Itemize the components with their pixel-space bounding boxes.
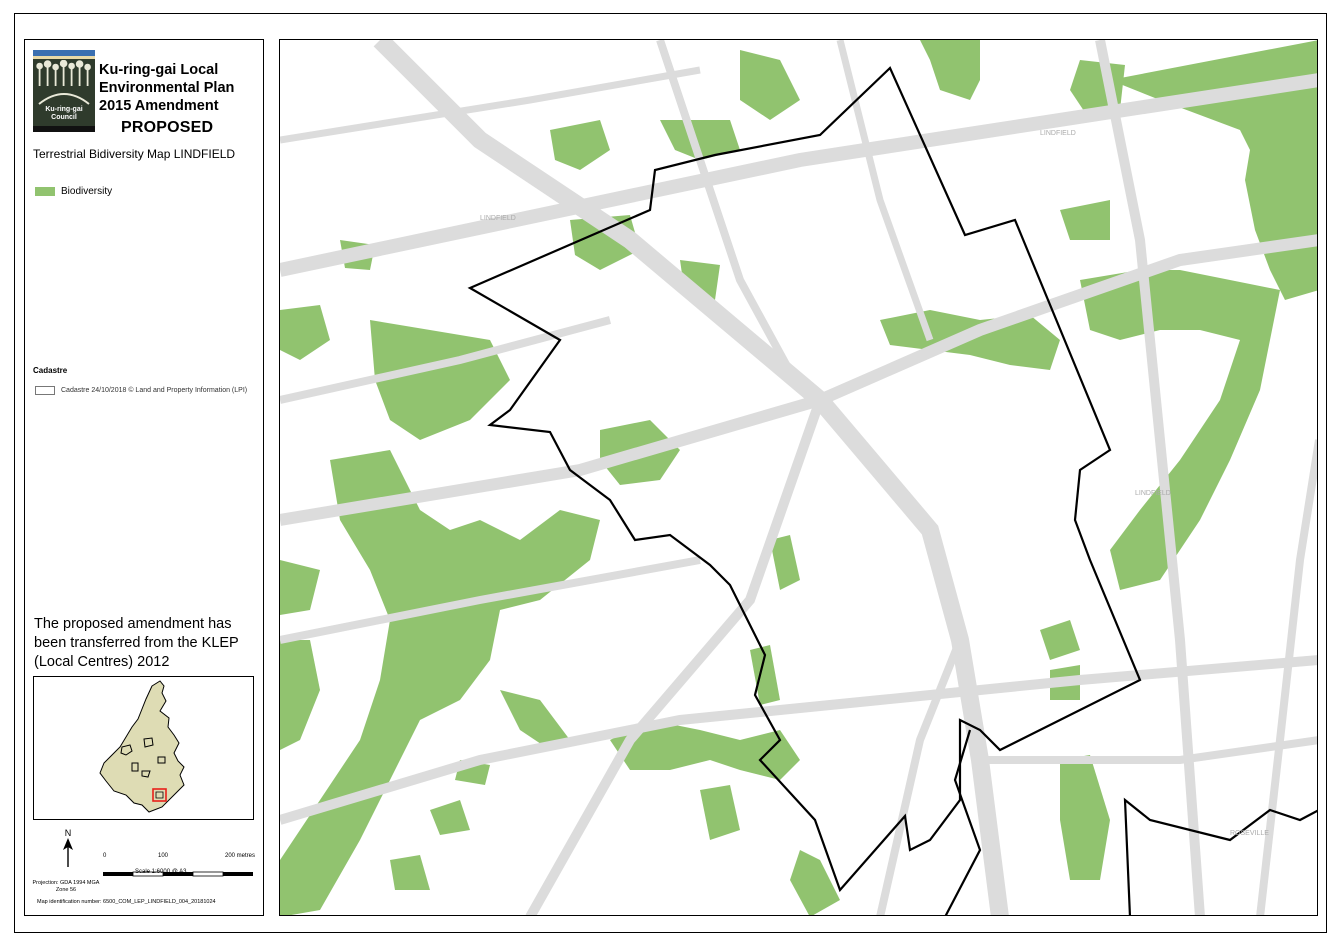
biodiversity-area (370, 320, 510, 440)
scale-tick-100: 100 (158, 853, 169, 859)
council-logo: Ku-ring-gai Council (33, 50, 95, 132)
biodiversity-area (1080, 270, 1280, 590)
scale-ratio: Scale 1:6000 @ A3 (135, 869, 187, 875)
cadastre-label: Cadastre 24/10/2018 © Land and Property … (61, 387, 248, 394)
north-arrow-icon (63, 838, 73, 867)
north-label: N (64, 828, 72, 838)
logo-strip (33, 126, 95, 132)
biodiversity-area (280, 305, 330, 360)
biodiversity-area (790, 850, 840, 915)
biodiversity-area (1060, 200, 1110, 240)
place-label: LINDFIELD (480, 215, 516, 222)
biodiversity-area (430, 800, 470, 835)
logo-hill-icon (38, 93, 90, 105)
biodiversity-area (390, 855, 430, 890)
amendment-note: The proposed amendment has been transfer… (34, 616, 239, 670)
place-label: LINDFIELD (1135, 490, 1171, 497)
map-panel: LINDFIELD LINDFIELD LINDFIELD ROSEVILLE (279, 39, 1318, 916)
north-arrow: N (61, 828, 75, 870)
cadastre-swatch (35, 386, 55, 395)
main-map: LINDFIELD LINDFIELD LINDFIELD ROSEVILLE (280, 40, 1317, 915)
biodiversity-swatch (35, 187, 55, 196)
biodiversity-area (920, 40, 980, 100)
map-id: Map identification number: 6500_COM_LEP_… (37, 899, 216, 905)
locator-inset-map (33, 676, 254, 820)
biodiversity-area (700, 785, 740, 840)
legend-panel: Ku-ring-gai Council Ku-ring-gai Local En… (24, 39, 264, 916)
map-subtitle: Terrestrial Bidiversity Map LINDFIELD (33, 147, 236, 161)
biodiversity-label: Biodiversity (61, 186, 113, 197)
cadastre-layer (280, 40, 1317, 915)
biodiversity-area (740, 50, 800, 120)
locator-map-svg (99, 680, 185, 813)
legend-item-biodiversity: Biodiversity (35, 186, 112, 197)
ku-ring-gai-lga-outline (99, 680, 185, 813)
place-label: LINDFIELD (1040, 130, 1076, 137)
logo-band (33, 56, 95, 59)
biodiversity-area (280, 560, 320, 615)
place-label: ROSEVILLE (1230, 830, 1269, 837)
proposed-label: PROPOSED (121, 119, 214, 136)
biodiversity-area (550, 120, 610, 170)
biodiversity-area (280, 640, 320, 750)
scale-bar: 0 100 200 metres (103, 853, 258, 882)
biodiversity-area (1060, 755, 1110, 880)
cadastre-heading: Cadastre (33, 366, 68, 375)
map-title: Ku-ring-gai Local Environmental Plan 201… (99, 62, 235, 114)
scale-tick-0: 0 (103, 853, 107, 859)
biodiversity-area (1040, 620, 1080, 660)
trees-icon (36, 60, 91, 86)
projection-text: Projection: GDA 1994 MGA Zone 56 (32, 880, 100, 893)
logo-text: Ku-ring-gai Council (45, 106, 83, 121)
scale-tick-200: 200 metres (225, 853, 256, 859)
biodiversity-area (280, 450, 600, 915)
legend-item-cadastre: Cadastre 24/10/2018 © Land and Property … (35, 386, 247, 395)
boundary-extension (1123, 797, 1317, 915)
